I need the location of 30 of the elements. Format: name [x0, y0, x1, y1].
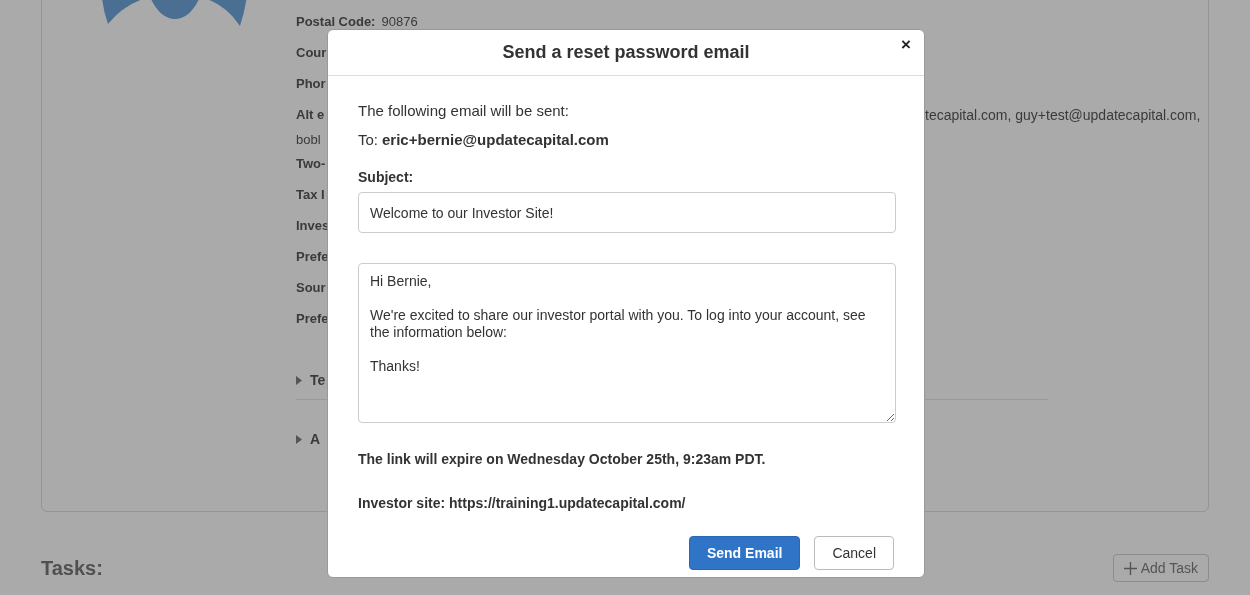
subject-label: Subject:	[358, 168, 415, 187]
field-label: Prefe	[296, 310, 329, 328]
caret-icon[interactable]	[296, 376, 302, 385]
section-toggle[interactable]: Te	[310, 370, 326, 391]
close-button[interactable]: ×	[901, 36, 911, 53]
field-label: Two-	[296, 155, 326, 173]
intro-text: The following email will be sent:	[358, 101, 570, 121]
site-note: Investor site: https://training1.updatecapital.com/	[358, 494, 687, 513]
send-button[interactable]: Send Email	[688, 536, 801, 570]
caret-icon[interactable]	[296, 434, 302, 444]
field-label: Prefe	[296, 248, 329, 266]
recipient-email: eric+bernie@updatecapital.com	[382, 129, 609, 150]
field-label: Postal Code:	[296, 13, 376, 31]
section-toggle[interactable]: A	[310, 428, 321, 450]
cancel-button[interactable]: Cancel	[814, 536, 894, 570]
field-label: Cour	[296, 44, 327, 62]
subject-field[interactable]: Welcome to our Investor Site!	[358, 192, 896, 233]
field-value: tecapital.com, guy+test@updatecapital.com,	[925, 106, 1201, 125]
field-label: Phor	[296, 75, 326, 93]
field-label: Tax I	[296, 186, 325, 204]
field-value: 90876	[381, 13, 418, 31]
plus-icon	[1123, 561, 1137, 575]
expiry-note: The link will expire on Wednesday October 25th, 9:23am PDT.	[358, 450, 767, 469]
section-heading: Tasks:	[41, 556, 103, 581]
to-label: To:	[358, 129, 378, 150]
field-label: Alt e	[296, 106, 325, 124]
message-field[interactable]: Hi Bernie, We're excited to share our investor portal with you. To log into your account, see the information below: Thanks!	[358, 263, 896, 423]
dialog-title: Send a reset password email	[502, 41, 750, 64]
field-value: bobl	[296, 131, 321, 149]
field-label: Sour	[296, 279, 326, 297]
